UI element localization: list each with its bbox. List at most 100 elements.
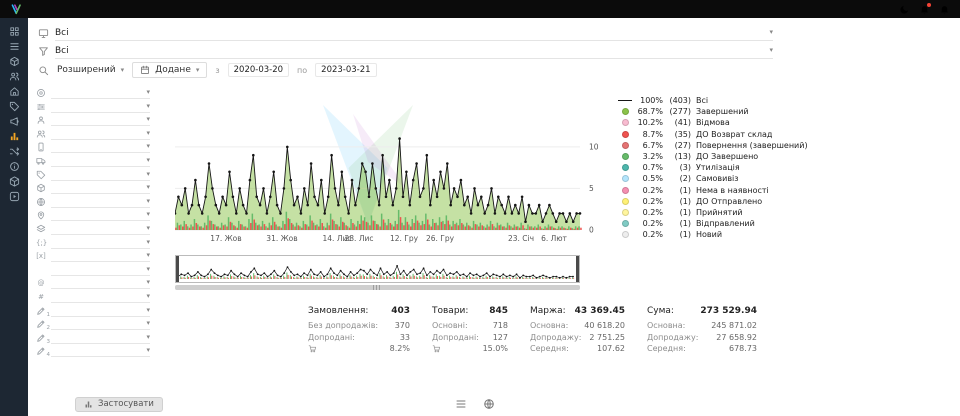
- globe-view-icon[interactable]: [483, 398, 495, 410]
- overview-scrollbar[interactable]: [175, 285, 580, 290]
- sidebar-item-products[interactable]: [9, 56, 20, 67]
- date-from-input[interactable]: 2020-03-20: [228, 63, 289, 77]
- stats-subrow: 15.0%: [432, 343, 508, 355]
- filter-select-5[interactable]: [51, 141, 150, 153]
- filter-select-20[interactable]: [51, 345, 150, 357]
- chevron-down-icon: [146, 157, 150, 164]
- legend-item[interactable]: 0.5%(2)Самовивіз: [617, 173, 808, 184]
- legend-label: ДО Возврат склад: [696, 130, 772, 139]
- legend-label: Прийнятий: [696, 208, 743, 217]
- calendar-icon: [140, 65, 150, 75]
- legend-percent: 8.7%: [635, 130, 663, 139]
- orders-chart[interactable]: 051017. Жов31. Жов14. Лис28. Лис12. Гру2…: [175, 93, 605, 243]
- filter-row: [36, 209, 150, 221]
- legend-count: (1): [663, 186, 691, 195]
- sidebar-item-apps[interactable]: [9, 176, 20, 187]
- legend-item[interactable]: 0.2%(1)Відправлений: [617, 218, 808, 229]
- filter-select-6[interactable]: [51, 155, 150, 167]
- sidebar-item-integrations[interactable]: [9, 146, 20, 157]
- legend-item[interactable]: 0.2%(1) Нема в наявності: [617, 185, 808, 196]
- filter-select-8[interactable]: [51, 182, 150, 194]
- filter-select-13[interactable]: [51, 250, 150, 262]
- filter-select-10[interactable]: [51, 209, 150, 221]
- legend-item[interactable]: 100%(403)Всі: [617, 95, 808, 106]
- search-icon[interactable]: [38, 65, 49, 76]
- legend-item[interactable]: 0.2%(1)Новий: [617, 229, 808, 240]
- app-logo-icon[interactable]: [10, 3, 23, 16]
- filter-select-16[interactable]: [51, 291, 150, 303]
- theme-icon[interactable]: [899, 4, 910, 15]
- overview-brush[interactable]: [175, 255, 580, 283]
- globe-icon: [36, 197, 46, 207]
- legend-label: Самовивіз: [696, 174, 739, 183]
- filters-top: Всі Всі Розширений Додане: [28, 18, 960, 79]
- date-field-select[interactable]: Додане: [132, 62, 207, 78]
- stats-title-value: 403: [391, 306, 410, 316]
- chevron-down-icon: [196, 67, 200, 74]
- brush-handle-right[interactable]: [576, 256, 579, 282]
- legend-item[interactable]: 0.2%(1)ДО Отправлено: [617, 196, 808, 207]
- apply-button[interactable]: Застосувати: [75, 397, 163, 412]
- sidebar-item-dashboard[interactable]: [9, 26, 20, 37]
- filter-select-7[interactable]: [51, 169, 150, 181]
- filter-select-12[interactable]: [51, 237, 150, 249]
- filter-select-4[interactable]: [51, 128, 150, 140]
- filter-select-14[interactable]: [51, 264, 150, 276]
- alerts-icon[interactable]: [939, 4, 950, 15]
- legend-item[interactable]: 68.7%(277)Завершений: [617, 106, 808, 117]
- chart-legend: 100%(403)Всі68.7%(277)Завершений10.2%(41…: [617, 95, 808, 243]
- tag-icon: [36, 170, 46, 180]
- stats-title-label: Замовлення:: [308, 306, 368, 316]
- sidebar-item-clients[interactable]: [9, 71, 20, 82]
- stats-subvalue: 245 871.02: [711, 321, 757, 330]
- sidebar-item-video[interactable]: [9, 191, 20, 202]
- filter-select-9[interactable]: [51, 196, 150, 208]
- list-view-icon[interactable]: [455, 398, 467, 410]
- notifications-icon[interactable]: [919, 4, 930, 15]
- legend-item[interactable]: 6.7%(27)Повернення (завершений): [617, 140, 808, 151]
- sidebar-item-info[interactable]: [9, 161, 20, 172]
- source-filter-select[interactable]: Всі: [55, 25, 773, 41]
- stats-sublabel: Допродажу:: [647, 333, 698, 342]
- filter-select-18[interactable]: [51, 318, 150, 330]
- legend-item[interactable]: 10.2%(41)Відмова: [617, 117, 808, 128]
- brush-handle-left[interactable]: [176, 256, 179, 282]
- filter-select-19[interactable]: [51, 332, 150, 344]
- cart-icon: [432, 344, 441, 353]
- legend-item[interactable]: 3.2%(13)ДО Завершено: [617, 151, 808, 162]
- legend-label: Утилізація: [696, 163, 740, 172]
- scrollbar-thumb[interactable]: [175, 285, 580, 290]
- chevron-down-icon: [146, 225, 150, 232]
- filter-select-17[interactable]: [51, 305, 150, 317]
- status-filter-select[interactable]: Всі: [55, 43, 773, 59]
- legend-item[interactable]: 0.7%(3)Утилізація: [617, 162, 808, 173]
- date-from-label: з: [215, 66, 219, 75]
- bar-chart-icon: [84, 400, 93, 409]
- chevron-down-icon: [146, 279, 150, 286]
- sidebar-item-orders[interactable]: [9, 41, 20, 52]
- legend-percent: 0.2%: [635, 186, 663, 195]
- date-to-input[interactable]: 2023-03-21: [315, 63, 376, 77]
- filter-row: [36, 87, 150, 99]
- users-icon: [36, 129, 46, 139]
- legend-label: Завершений: [696, 107, 749, 116]
- filter-row: [36, 101, 150, 113]
- filter-select-3[interactable]: [51, 114, 150, 126]
- chevron-down-icon: [146, 252, 150, 259]
- filter-select-2[interactable]: [51, 101, 150, 113]
- legend-label: Нема в наявності: [696, 186, 769, 195]
- legend-count: (35): [663, 130, 691, 139]
- mode-select[interactable]: Розширений: [57, 65, 124, 75]
- legend-dot-swatch: [617, 119, 633, 126]
- legend-item[interactable]: 8.7%(35) ДО Возврат склад: [617, 129, 808, 140]
- sidebar-item-marketing[interactable]: [9, 116, 20, 127]
- filter-select-15[interactable]: [51, 277, 150, 289]
- legend-dot-swatch: [617, 231, 633, 238]
- sidebar-item-statistics[interactable]: [9, 131, 20, 142]
- sidebar-item-pricing[interactable]: [9, 101, 20, 112]
- sidebar-item-shop[interactable]: [9, 86, 20, 97]
- source-filter-icon: [38, 28, 49, 39]
- filter-select-11[interactable]: [51, 223, 150, 235]
- legend-item[interactable]: 0.2%(1)Прийнятий: [617, 207, 808, 218]
- filter-select-1[interactable]: [51, 87, 150, 99]
